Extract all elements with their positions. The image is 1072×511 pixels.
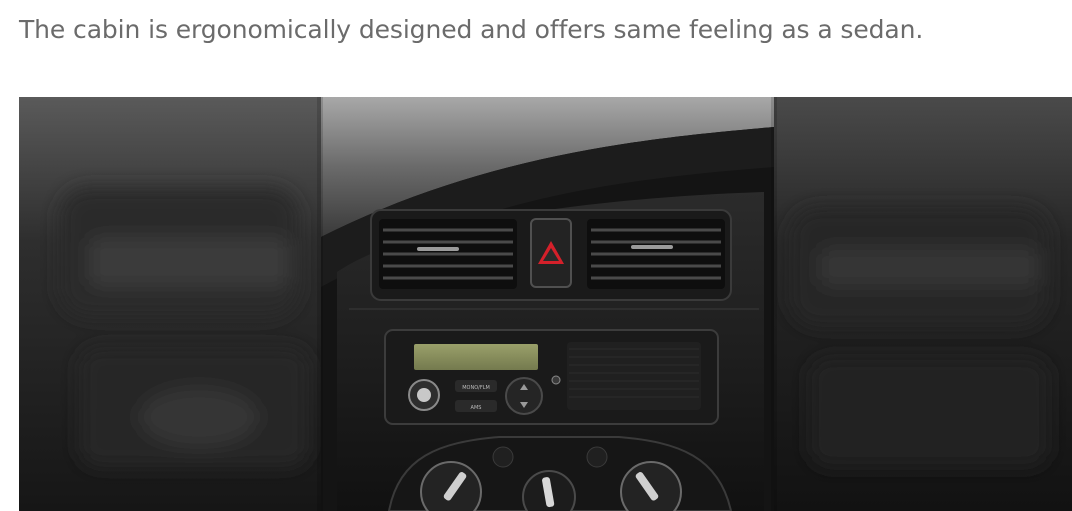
radio-button-bottom-label: AMS [471, 405, 482, 411]
cabin-photo: MONO/FLM AMS [19, 97, 1072, 511]
radio-button-top-label: MONO/FLM [462, 385, 490, 391]
dashboard-photo-icon: MONO/FLM AMS [19, 97, 1072, 511]
center-console-image: MONO/FLM AMS [321, 97, 774, 511]
article-section: The cabin is ergonomically designed and … [0, 0, 1072, 511]
article-caption: The cabin is ergonomically designed and … [19, 15, 924, 44]
blurred-right-background [774, 97, 1072, 511]
blurred-left-background [19, 97, 321, 511]
